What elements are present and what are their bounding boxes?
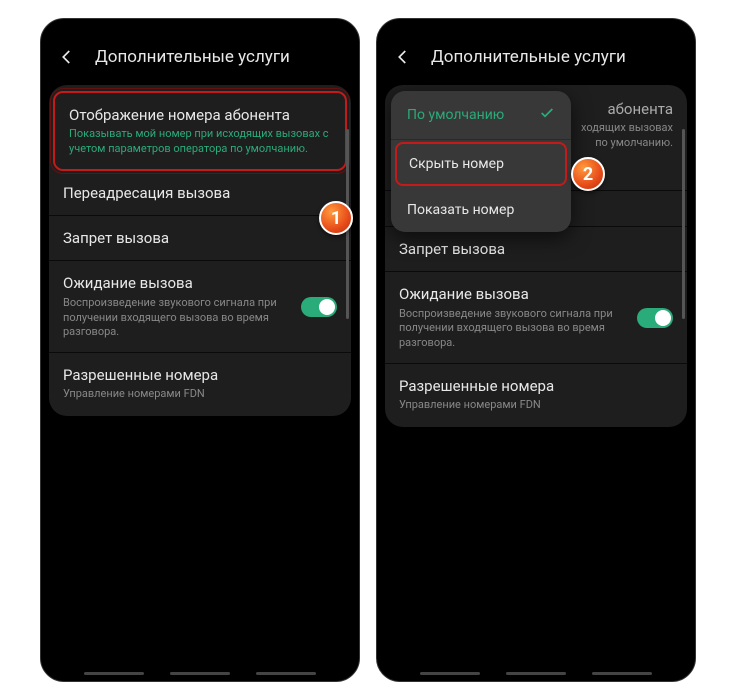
screen2: Дополнительные услуги абонента ходящих в… [385, 29, 687, 663]
phone-left: Дополнительные услуги Отображение номера… [40, 18, 360, 682]
nav-home-icon[interactable] [506, 672, 566, 675]
caller-id-popup: По умолчанию Скрыть номер Показать номер [391, 91, 571, 232]
nav-recent-icon[interactable] [420, 672, 480, 675]
item-title: Отображение номера абонента [69, 105, 331, 125]
item-title: Запрет вызова [399, 239, 673, 259]
nav-bar [41, 672, 359, 675]
item-sub: Воспроизведение звукового сигнала при по… [399, 307, 627, 352]
item-sub: Управление номерами FDN [399, 398, 673, 413]
item-sub: Управление номерами FDN [63, 387, 337, 402]
item-call-forwarding[interactable]: Переадресация вызова [49, 171, 351, 216]
item-call-barring[interactable]: Запрет вызова [49, 216, 351, 261]
item-sub: Показывать мой номер при исходящих вызов… [69, 127, 331, 157]
back-icon[interactable] [57, 47, 77, 67]
scrollbar[interactable] [682, 129, 685, 319]
item-fdn[interactable]: Разрешенные номера Управление номерами F… [385, 364, 687, 425]
back-icon[interactable] [393, 47, 413, 67]
item-title: Разрешенные номера [63, 365, 337, 385]
nav-back-icon[interactable] [592, 672, 652, 675]
nav-bar [377, 672, 695, 675]
step-marker-1: 1 [319, 201, 353, 235]
item-fdn[interactable]: Разрешенные номера Управление номерами F… [49, 353, 351, 414]
item-sub: Воспроизведение звукового сигнала при по… [63, 296, 291, 341]
popup-option-hide[interactable]: Скрыть номер [395, 142, 567, 186]
item-title: Переадресация вызова [63, 183, 337, 203]
item-title: Ожидание вызова [399, 284, 627, 304]
popup-option-label: Показать номер [407, 202, 514, 218]
header: Дополнительные услуги [385, 29, 687, 85]
item-title: Ожидание вызова [63, 273, 291, 293]
screen1: Дополнительные услуги Отображение номера… [49, 29, 351, 663]
popup-option-label: Скрыть номер [409, 156, 504, 172]
nav-recent-icon[interactable] [84, 672, 144, 675]
popup-option-default[interactable]: По умолчанию [391, 91, 571, 140]
item-title: Запрет вызова [63, 228, 337, 248]
page-title: Дополнительные услуги [95, 47, 290, 67]
phone-right: Дополнительные услуги абонента ходящих в… [376, 18, 696, 682]
popup-option-show[interactable]: Показать номер [391, 188, 571, 232]
step-marker-2: 2 [571, 157, 605, 191]
page-title: Дополнительные услуги [431, 47, 626, 67]
item-caller-id[interactable]: Отображение номера абонента Показывать м… [53, 91, 347, 171]
item-call-waiting[interactable]: Ожидание вызова Воспроизведение звуковог… [385, 272, 687, 364]
toggle-call-waiting[interactable] [301, 297, 337, 317]
toggle-call-waiting[interactable] [637, 308, 673, 328]
item-call-waiting[interactable]: Ожидание вызова Воспроизведение звуковог… [49, 261, 351, 353]
check-icon [539, 105, 555, 125]
item-title: Разрешенные номера [399, 376, 673, 396]
nav-back-icon[interactable] [256, 672, 316, 675]
header: Дополнительные услуги [49, 29, 351, 85]
nav-home-icon[interactable] [170, 672, 230, 675]
item-call-barring[interactable]: Запрет вызова [385, 227, 687, 272]
settings-panel: Отображение номера абонента Показывать м… [49, 85, 351, 416]
popup-option-label: По умолчанию [407, 107, 504, 123]
